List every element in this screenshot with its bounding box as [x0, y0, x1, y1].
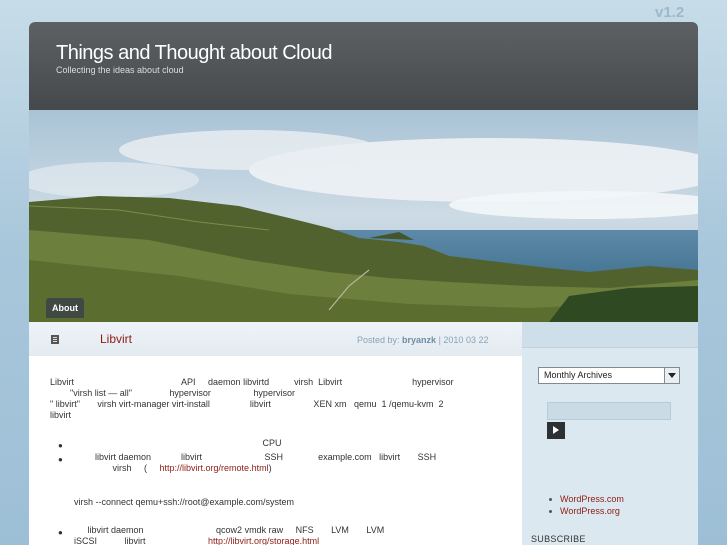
post-author-link[interactable]: bryanzk [402, 335, 436, 345]
archives-selected-label: Monthly Archives [544, 370, 613, 380]
post-header: Libvirt Posted by: bryanzk | 2010 03 22 [29, 322, 522, 356]
list-item: CPU [50, 438, 282, 448]
post-line: Libvirt API daemon libvirtd virsh Libvir… [50, 377, 454, 387]
post-date: | 2010 03 22 [438, 335, 489, 345]
list-item-cont: iSCSI libvirt http://libvirt.org/storage… [74, 536, 319, 545]
post-line: "virsh list — all" hypervisor hypervisor [50, 388, 295, 398]
nav-tab-about[interactable]: About [46, 298, 84, 318]
post-line: " libvirt" virsh virt-manager virt-insta… [50, 399, 444, 409]
site-title[interactable]: Things and Thought about Cloud [56, 42, 332, 65]
version-label: v1.2 [655, 4, 685, 21]
post-format-icon [51, 335, 59, 344]
storage-doc-link[interactable]: http://libvirt.org/storage.html [208, 536, 319, 545]
post-title-link[interactable]: Libvirt [100, 332, 132, 346]
site-tagline: Collecting the ideas about cloud [56, 65, 184, 75]
remote-doc-link[interactable]: http://libvirt.org/remote.html [160, 463, 269, 473]
list-item-text: virsh ( [50, 463, 160, 473]
posted-by-label: Posted by: [357, 335, 400, 345]
meta-links: WordPress.com WordPress.org [548, 493, 624, 517]
wordpress-com-link[interactable]: WordPress.com [548, 493, 624, 505]
monthly-archives-select[interactable]: Monthly Archives [538, 367, 680, 384]
wordpress-org-link[interactable]: WordPress.org [548, 505, 624, 517]
sidebar: Monthly Archives WordPress.com WordPress… [522, 322, 698, 545]
command-example: virsh --connect qemu+ssh://root@example.… [74, 497, 294, 507]
list-item: libvirt daemon qcow2 vmdk raw NFS LVM LV… [50, 525, 385, 535]
search-input[interactable] [547, 402, 671, 420]
sidebar-top-strip [522, 322, 698, 348]
list-item-text: iSCSI libvirt [74, 536, 209, 545]
list-item-text: ) [268, 463, 272, 473]
page-wrapper: Things and Thought about Cloud Collectin… [29, 22, 698, 545]
subscribe-heading: SUBSCRIBE [531, 534, 586, 544]
list-item-cont: virsh ( http://libvirt.org/remote.html) [50, 463, 272, 474]
chevron-down-icon[interactable] [664, 368, 679, 383]
header-landscape-image [29, 110, 698, 322]
list-item: libvirt daemon libvirt SSH example.com l… [50, 452, 437, 462]
search-submit-button[interactable] [547, 422, 565, 439]
post-meta: Posted by: bryanzk | 2010 03 22 [357, 335, 488, 345]
site-header: Things and Thought about Cloud Collectin… [29, 22, 698, 110]
post-line: libvirt [50, 410, 72, 420]
main-content: Libvirt Posted by: bryanzk | 2010 03 22 … [29, 322, 522, 545]
